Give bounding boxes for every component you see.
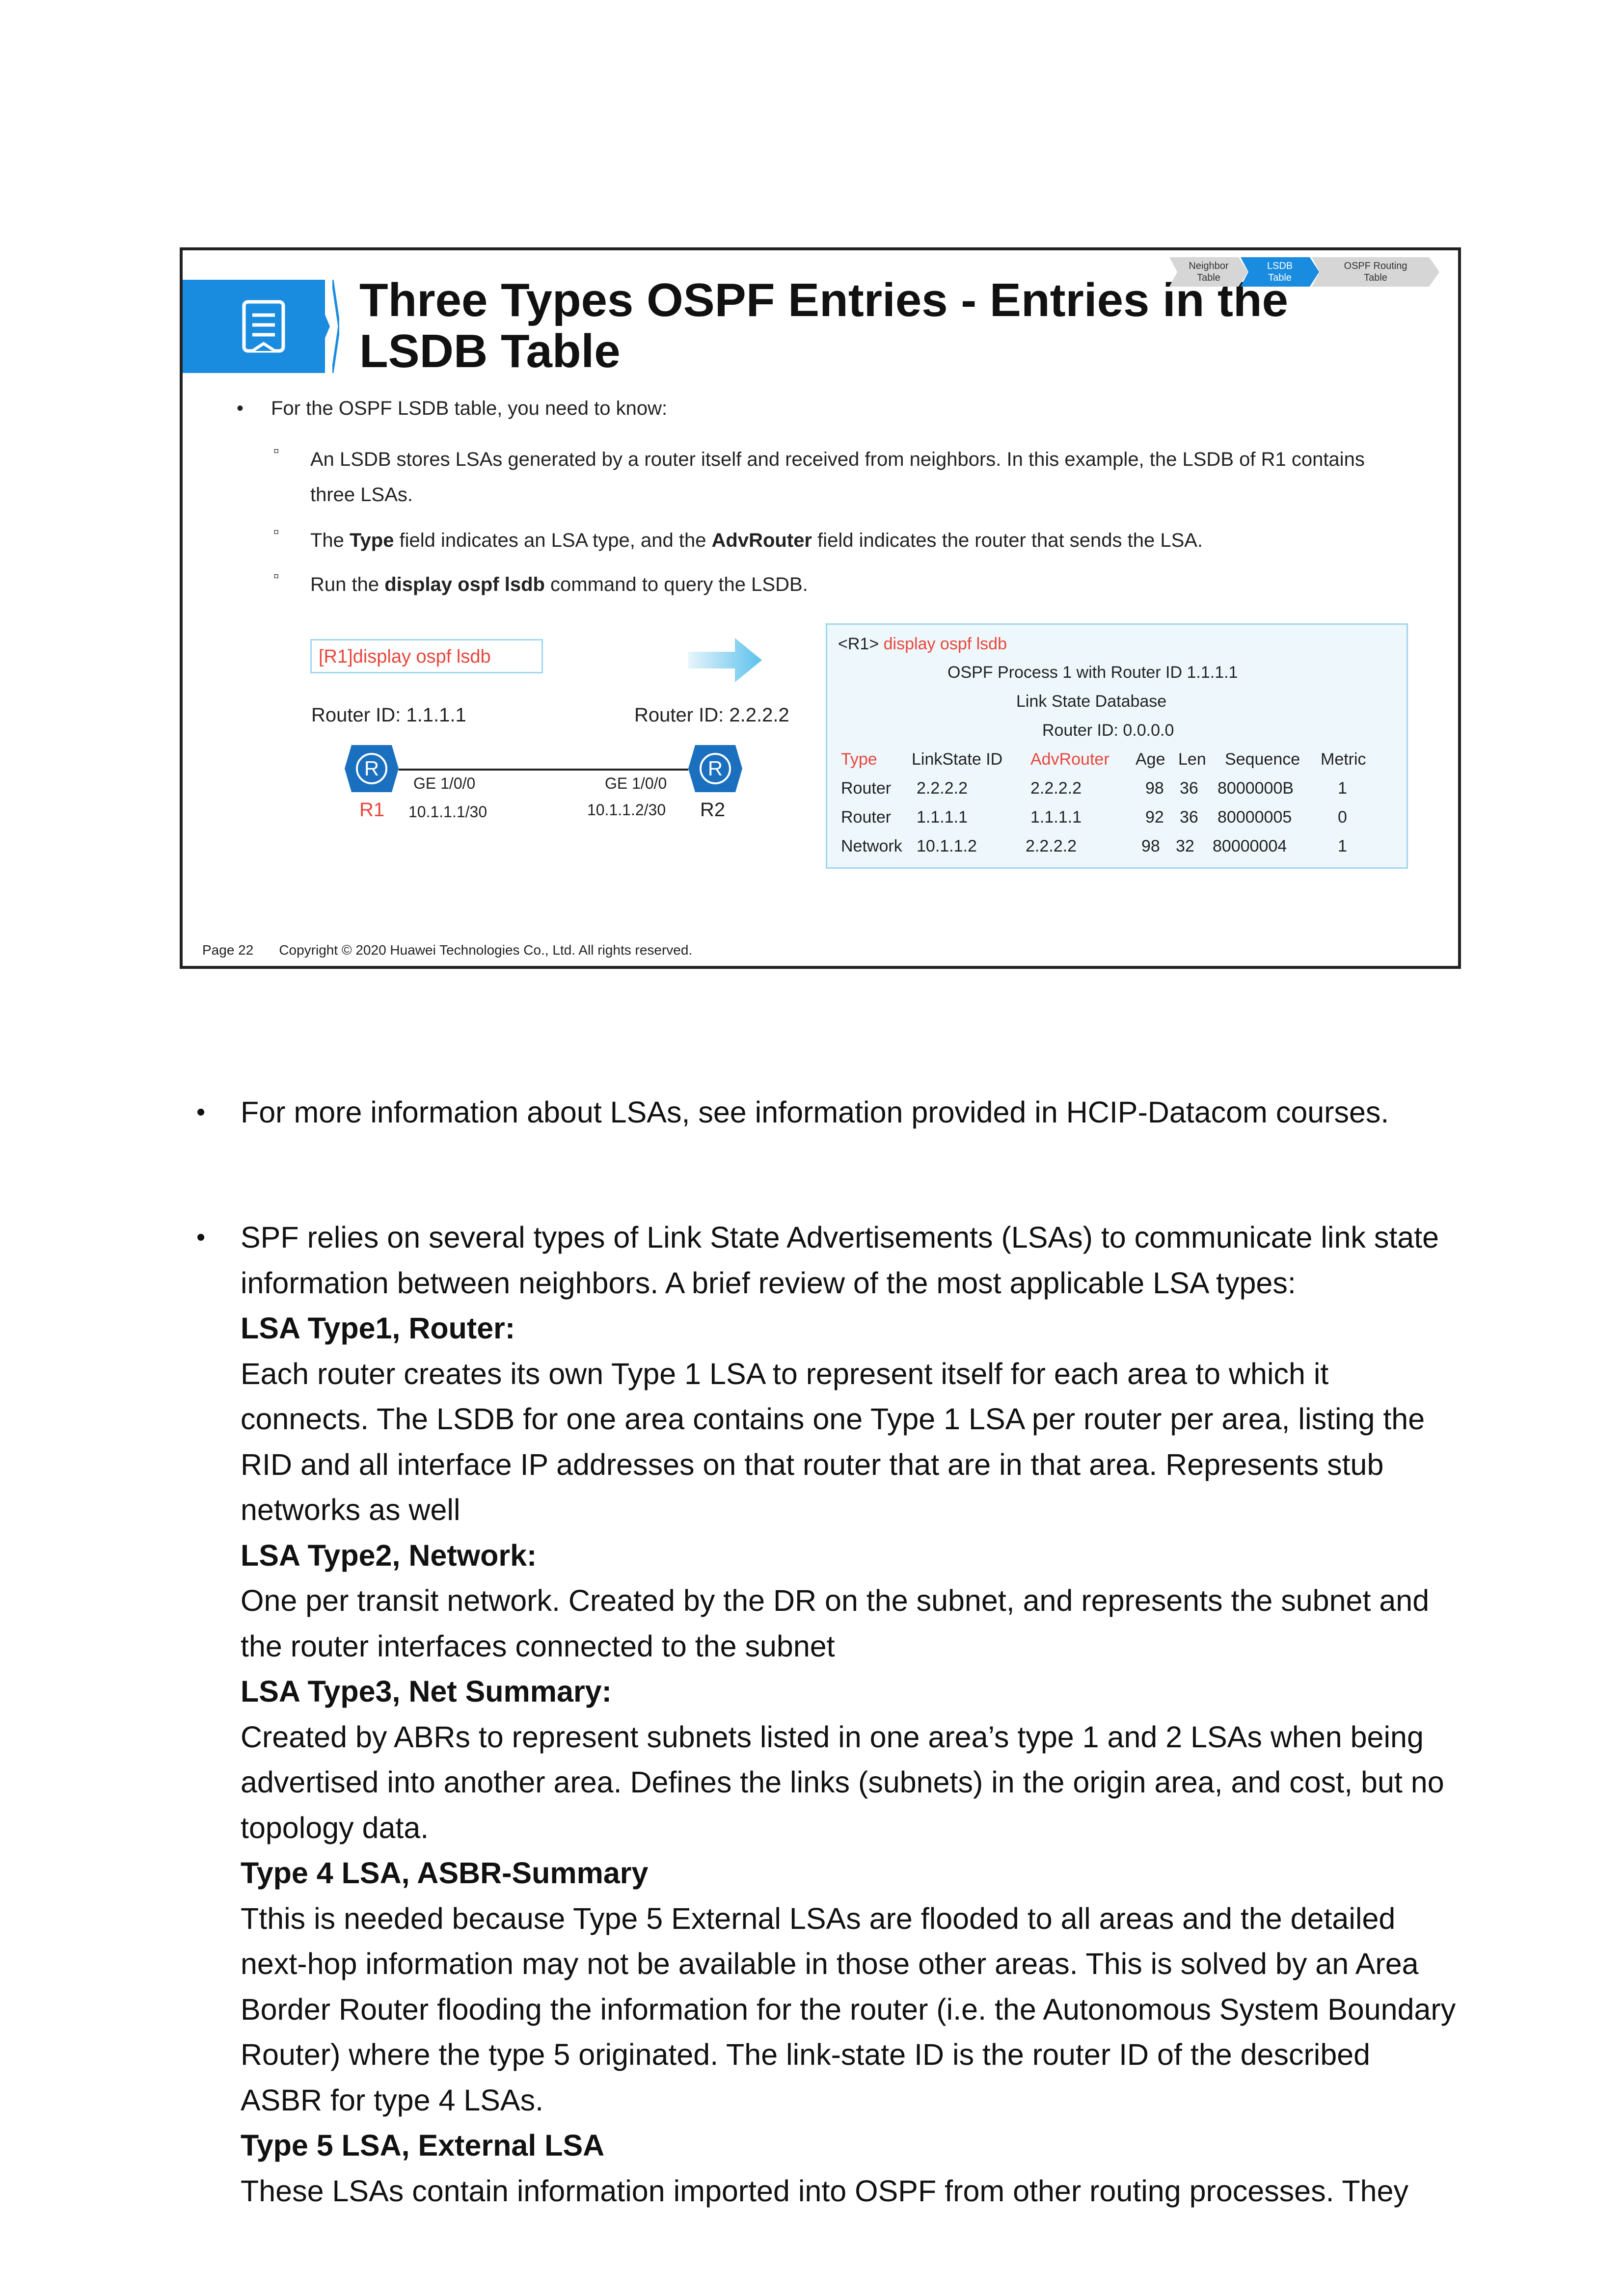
- lsdb-cell: 80000004: [1213, 837, 1287, 855]
- section-heading: Type 5 LSA, External LSA: [241, 2129, 605, 2162]
- lsdb-header-metric: Metric: [1321, 750, 1366, 769]
- lsdb-header-len: Len: [1178, 750, 1206, 769]
- notebook-icon: [242, 300, 285, 353]
- ip-label-r2: 10.1.1.2/30: [587, 801, 666, 819]
- lsdb-cell: 1: [1338, 779, 1347, 798]
- lsdb-header-advrouter: AdvRouter: [1030, 750, 1109, 769]
- lsdb-area: Router ID: 0.0.0.0: [1042, 721, 1174, 740]
- lsdb-cell: 98: [1141, 837, 1160, 855]
- page-cutoff: [0, 2226, 1623, 2296]
- title-chevron-outline: [331, 279, 341, 374]
- section-tabs: Neighbor Table LSDB Table OSPF Routing Tabl…: [1169, 257, 1444, 287]
- section-text: Tthis is needed because Type 5 External …: [241, 1901, 1456, 2117]
- section-text: Each router creates its own Type 1 LSA t…: [241, 1357, 1425, 1527]
- router-id-r2: Router ID: 2.2.2.2: [634, 704, 789, 726]
- svg-text:R: R: [708, 757, 723, 780]
- lsdb-process: OSPF Process 1 with Router ID 1.1.1.1: [947, 663, 1238, 682]
- router-icon: R: [688, 745, 742, 792]
- lsdb-output: <R1> display ospf lsdb OSPF Process 1 wi…: [826, 623, 1408, 869]
- lsdb-cell: 1: [1338, 837, 1347, 855]
- section-heading: LSA Type3, Net Summary:: [241, 1675, 612, 1708]
- copyright: Copyright © 2020 Huawei Technologies Co.…: [279, 942, 693, 958]
- interface-label-r2: GE 1/0/0: [605, 774, 667, 792]
- lsdb-cell: 80000005: [1217, 808, 1292, 827]
- lsdb-cell: 2.2.2.2: [1026, 837, 1077, 855]
- lsdb-cell: 2.2.2.2: [1030, 779, 1082, 798]
- lsdb-cell: 8000000B: [1217, 779, 1294, 798]
- lsdb-cell: 32: [1176, 837, 1194, 855]
- section-heading: Type 4 LSA, ASBR-Summary: [241, 1856, 649, 1890]
- router-icon: R: [345, 745, 399, 792]
- lsdb-cell: Router: [841, 808, 892, 827]
- router-label-r1: R1: [359, 799, 385, 821]
- tab-lsdb-table: LSDB Table: [1241, 257, 1319, 287]
- router-id-r1: Router ID: 1.1.1.1: [311, 704, 466, 726]
- lsdb-cell: 1.1.1.1: [917, 808, 968, 827]
- lsa-intro: SPF relies on several types of Link Stat…: [241, 1221, 1439, 1300]
- lsdb-header-age: Age: [1136, 750, 1165, 769]
- slide: Three Types OSPF Entries - Entries in th…: [180, 247, 1461, 969]
- section-text: These LSAs contain information imported …: [241, 2174, 1408, 2208]
- router-label-r2: R2: [700, 799, 726, 821]
- ip-label-r1: 10.1.1.1/30: [408, 803, 487, 821]
- arrow-right-icon: [688, 638, 762, 682]
- svg-text:R: R: [364, 757, 379, 780]
- lsdb-cell: 10.1.1.2: [917, 837, 977, 855]
- lsdb-cell: 2.2.2.2: [917, 779, 968, 798]
- lsdb-cell: 98: [1145, 779, 1164, 798]
- interface-label-r1: GE 1/0/0: [413, 774, 476, 792]
- tab-ospf-routing-table: OSPF Routing Table: [1312, 257, 1439, 287]
- section-heading: LSA Type2, Network:: [241, 1538, 537, 1572]
- slide-title: Three Types OSPF Entries - Entries in th…: [359, 274, 1289, 377]
- lsdb-cell: 92: [1145, 808, 1164, 827]
- lsdb-cell: 36: [1180, 779, 1198, 798]
- link-line: [399, 769, 688, 771]
- title-chevron: [310, 280, 330, 373]
- section-heading: LSA Type1, Router:: [241, 1311, 515, 1345]
- lsdb-cell: 1.1.1.1: [1030, 808, 1082, 827]
- lsdb-header-sequence: Sequence: [1225, 750, 1300, 769]
- lsdb-cell: Router: [841, 779, 892, 798]
- lsdb-db-title: Link State Database: [1016, 692, 1167, 711]
- section-text: One per transit network. Created by the …: [241, 1584, 1430, 1663]
- lsdb-header-type: Type: [841, 750, 877, 769]
- lsdb-cell: 0: [1338, 808, 1347, 827]
- section-text: Created by ABRs to represent subnets lis…: [241, 1720, 1444, 1844]
- slide-footer: Page 22 Copyright © 2020 Huawei Technolog…: [202, 942, 692, 958]
- tab-neighbor-table: Neighbor Table: [1169, 257, 1248, 287]
- command-box: [R1]display ospf lsdb: [310, 639, 543, 673]
- lsdb-header-linkstate-id: LinkState ID: [912, 750, 1003, 769]
- lsdb-cell: Network: [841, 837, 902, 855]
- lsdb-cell: 36: [1180, 808, 1198, 827]
- lsdb-prompt-line: <R1> display ospf lsdb: [838, 635, 1007, 653]
- page-number: Page 22: [202, 942, 254, 958]
